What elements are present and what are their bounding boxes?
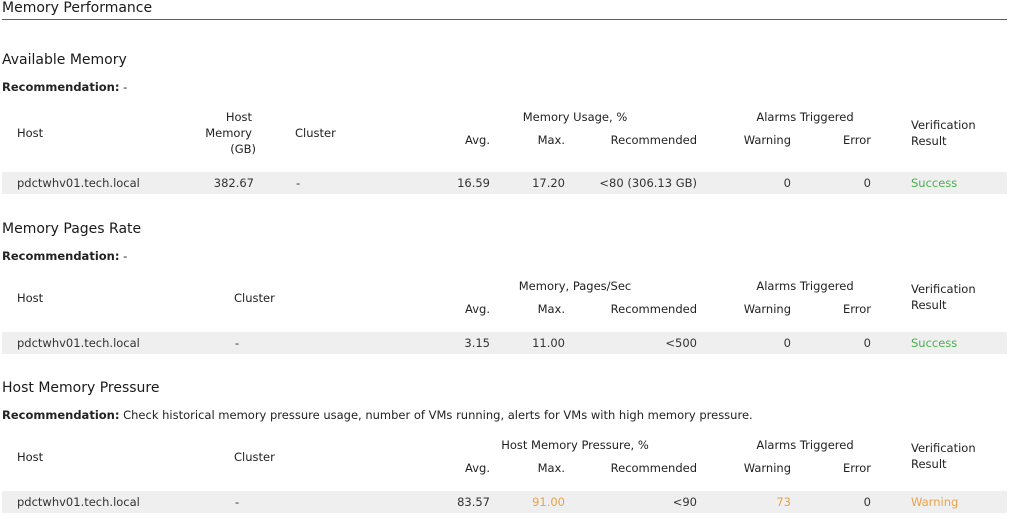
cell-error: 0 (863, 176, 871, 190)
cell-avg: 83.57 (457, 495, 490, 509)
col-header-verification-line2: Result (911, 134, 947, 148)
col-header-recommended: Recommended (610, 302, 697, 316)
title-divider (2, 19, 1007, 20)
cell-max: 17.20 (532, 176, 565, 190)
col-header-host: Host (17, 450, 44, 464)
col-header-max: Max. (537, 461, 565, 475)
recommendation-text: - (119, 249, 128, 263)
cell-result: Warning (911, 495, 959, 509)
section-host-memory-pressure: Host Memory Pressure Recommendation: Che… (0, 380, 1010, 519)
recommendation: Recommendation: Check historical memory … (2, 408, 753, 422)
col-header-metric-group: Host Memory Pressure, % (501, 438, 649, 452)
section-title: Memory Pages Rate (2, 221, 142, 237)
table-row: pdctwhv01.tech.local - 3.15 11.00 <500 0… (2, 332, 1007, 354)
col-header-error: Error (842, 461, 871, 475)
cell-host: pdctwhv01.tech.local (17, 176, 140, 190)
section-available-memory: Available Memory Recommendation: - Host … (0, 52, 1010, 197)
col-header-avg: Avg. (465, 133, 490, 147)
cell-avg: 16.59 (457, 176, 490, 190)
col-header-alarms: Alarms Triggered (756, 110, 854, 124)
cell-max: 91.00 (532, 495, 565, 509)
col-header-metric-group: Memory Usage, % (522, 110, 628, 124)
col-header-warning: Warning (743, 302, 791, 316)
recommendation: Recommendation: - (2, 249, 127, 263)
cell-host: pdctwhv01.tech.local (17, 336, 140, 350)
cell-warning: 73 (776, 495, 791, 509)
col-header-verification: Verification Result (911, 281, 976, 313)
recommendation-text: - (119, 80, 128, 94)
cell-warning: 0 (783, 336, 791, 350)
col-header-host: Host (17, 126, 44, 140)
col-header-recommended: Recommended (610, 133, 697, 147)
cell-cluster: - (235, 336, 240, 350)
page-title: Memory Performance (2, 0, 153, 16)
col-header-recommended: Recommended (610, 461, 697, 475)
table-row: pdctwhv01.tech.local 382.67 - 16.59 17.2… (2, 172, 1007, 194)
cell-cluster: - (296, 176, 301, 190)
cell-recommended: <80 (306.13 GB) (599, 176, 697, 190)
cell-error: 0 (863, 336, 871, 350)
col-header-host-memory-line1: Host (225, 110, 252, 124)
section-title: Host Memory Pressure (2, 380, 160, 396)
cell-cluster: - (235, 495, 240, 509)
cell-error: 0 (863, 495, 871, 509)
col-header-error: Error (842, 302, 871, 316)
cell-avg: 3.15 (464, 336, 490, 350)
col-header-host: Host (17, 291, 44, 305)
section-title: Available Memory (2, 52, 127, 68)
col-header-warning: Warning (743, 133, 791, 147)
cell-recommended: <500 (665, 336, 697, 350)
cell-result: Success (911, 176, 958, 190)
col-header-error: Error (842, 133, 871, 147)
col-header-avg: Avg. (465, 302, 490, 316)
col-header-cluster: Cluster (295, 126, 336, 140)
col-header-verification-line2: Result (911, 298, 947, 312)
col-header-verification-line2: Result (911, 457, 947, 471)
col-header-verification-line1: Verification (911, 118, 976, 132)
cell-max: 11.00 (532, 336, 565, 350)
col-header-host-memory: Host Memory (GB) (198, 109, 260, 157)
col-header-host-memory-line3: (GB) (230, 142, 256, 156)
cell-host: pdctwhv01.tech.local (17, 495, 140, 509)
cell-recommended: <90 (672, 495, 697, 509)
recommendation-label: Recommendation: (2, 408, 120, 422)
cell-host-memory: 382.67 (213, 176, 254, 190)
col-header-cluster: Cluster (234, 450, 275, 464)
cell-warning: 0 (783, 176, 791, 190)
col-header-host-memory-line2: Memory (205, 126, 252, 140)
col-header-cluster: Cluster (234, 291, 275, 305)
recommendation-label: Recommendation: (2, 80, 120, 94)
col-header-alarms: Alarms Triggered (756, 438, 854, 452)
col-header-verification-line1: Verification (911, 441, 976, 455)
recommendation-label: Recommendation: (2, 249, 120, 263)
recommendation: Recommendation: - (2, 80, 127, 94)
col-header-max: Max. (537, 133, 565, 147)
table-row: pdctwhv01.tech.local - 83.57 91.00 <90 7… (2, 491, 1007, 513)
cell-result: Success (911, 336, 958, 350)
col-header-verification-line1: Verification (911, 282, 976, 296)
col-header-verification: Verification Result (911, 117, 976, 149)
section-memory-pages-rate: Memory Pages Rate Recommendation: - Host… (0, 221, 1010, 356)
col-header-avg: Avg. (465, 461, 490, 475)
col-header-metric-group: Memory, Pages/Sec (518, 279, 632, 293)
col-header-max: Max. (537, 302, 565, 316)
recommendation-text: Check historical memory pressure usage, … (119, 408, 753, 422)
col-header-alarms: Alarms Triggered (756, 279, 854, 293)
col-header-warning: Warning (743, 461, 791, 475)
col-header-verification: Verification Result (911, 440, 976, 472)
